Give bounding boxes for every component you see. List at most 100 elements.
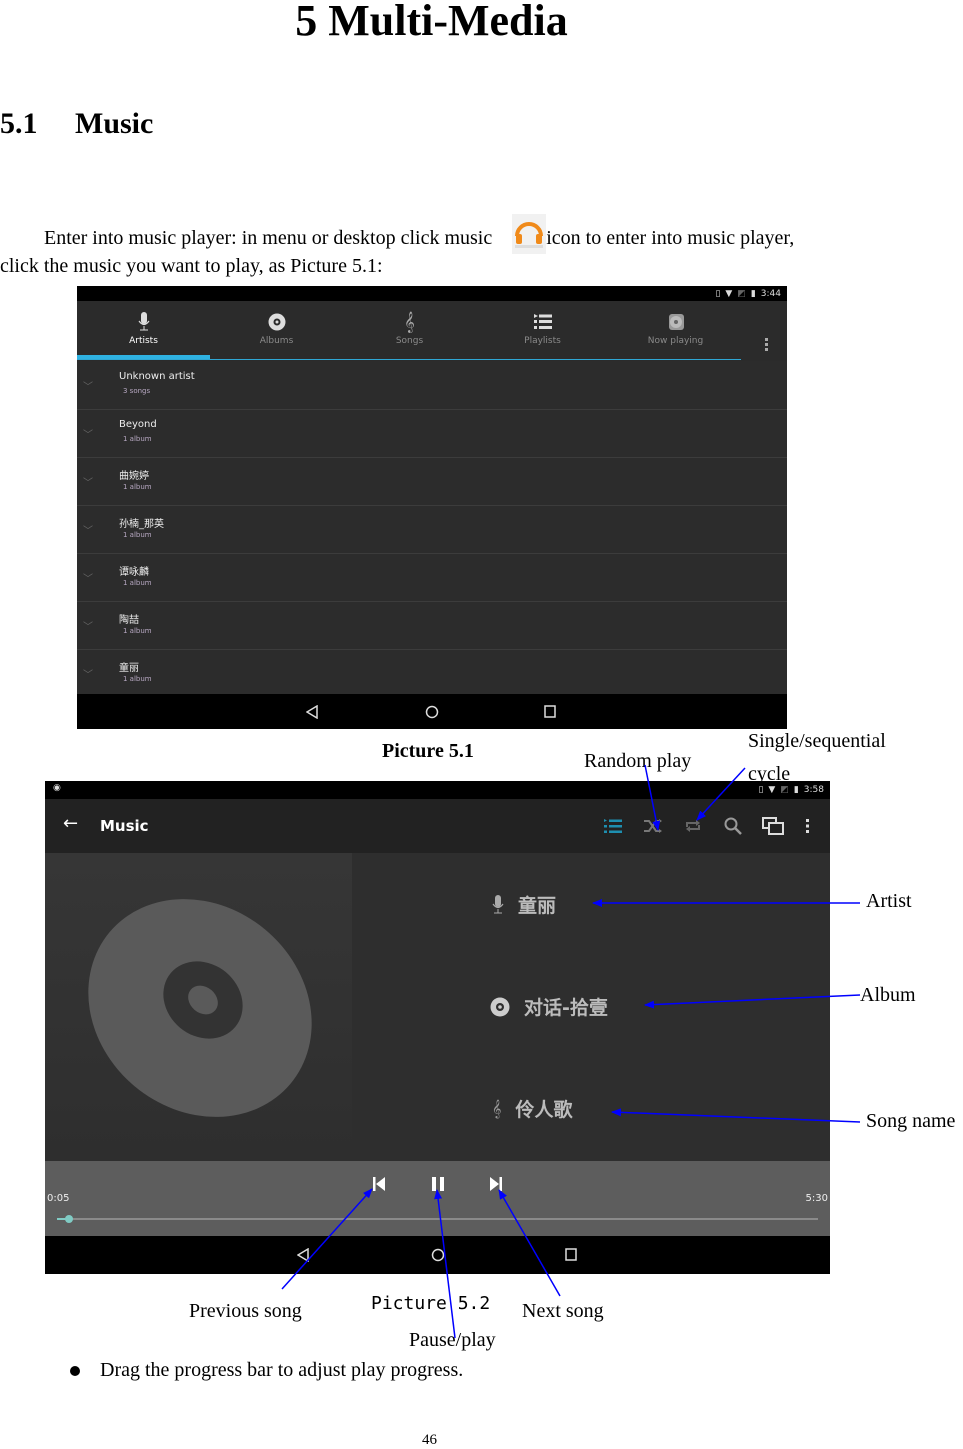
- microphone-icon: [138, 312, 149, 331]
- queue-button[interactable]: [602, 815, 624, 837]
- annotation-single-sequential: Single/sequential: [748, 730, 886, 752]
- more-vert-icon: [806, 819, 809, 833]
- tab-now-playing[interactable]: Now playing: [609, 301, 742, 361]
- chevron-down-icon[interactable]: ﹀: [83, 378, 93, 393]
- artist-list: ﹀ Unknown artist 3 songs ﹀ Beyond 1 album ﹀ 曲…: [77, 362, 787, 697]
- section-number: 5.1: [0, 107, 38, 140]
- status-bar: ▯ ▼ ◩ ▮ 3:44: [77, 286, 787, 301]
- list-item[interactable]: ﹀ 谭咏麟 1 album: [77, 554, 787, 602]
- intro-line-1: Enter into music player: in menu or desk…: [44, 214, 794, 254]
- recents-icon[interactable]: [544, 705, 556, 718]
- album-row: 对话-拾壹: [490, 993, 608, 1020]
- shuffle-button[interactable]: [642, 815, 664, 837]
- queue-list-icon: [604, 818, 622, 833]
- artist-count: 1 album: [123, 579, 152, 587]
- no-signal-icon: ◩: [737, 288, 746, 299]
- media-route-icon: [762, 817, 784, 835]
- artist-count: 1 album: [123, 627, 152, 635]
- intro-line-2: click the music you want to play, as Pic…: [0, 255, 383, 277]
- cast-button[interactable]: [762, 815, 784, 837]
- back-icon[interactable]: [297, 1248, 309, 1262]
- treble-clef-icon: 𝄞: [492, 1098, 502, 1118]
- pause-icon[interactable]: [431, 1177, 445, 1191]
- artist-row: 童丽: [492, 891, 556, 918]
- artist-name: 童丽: [119, 663, 139, 674]
- song-row: 𝄞 伶人歌: [492, 1095, 572, 1122]
- overflow-menu-icon[interactable]: [765, 338, 769, 353]
- annotation-random-play: Random play: [584, 750, 692, 772]
- app-title: Music: [100, 817, 149, 835]
- artist-name: 童丽: [518, 895, 557, 917]
- chevron-down-icon[interactable]: ﹀: [83, 474, 93, 489]
- tab-label: Songs: [395, 336, 424, 346]
- list-item[interactable]: ﹀ 曲婉婷 1 album: [77, 458, 787, 506]
- artist-name: 陶喆: [119, 615, 139, 626]
- annotation-next-song: Next song: [522, 1300, 604, 1322]
- song-name: 伶人歌: [515, 1099, 573, 1121]
- artist-name: 谭咏麟: [119, 567, 149, 578]
- wifi-icon: ▼: [725, 288, 733, 299]
- track-info: 童丽 对话-拾壹 𝄞 伶人歌: [352, 853, 830, 1161]
- wifi-icon: ▼: [768, 785, 776, 795]
- artist-count: 1 album: [123, 531, 152, 539]
- tab-bar: Artists Albums 𝄞 Songs Playlists Now pla…: [77, 301, 787, 361]
- previous-track-icon[interactable]: [373, 1177, 385, 1191]
- artist-count: 3 songs: [123, 387, 151, 395]
- repeat-button[interactable]: [682, 815, 704, 837]
- progress-bar[interactable]: [57, 1215, 818, 1223]
- overflow-menu-button[interactable]: [797, 815, 819, 837]
- status-time: 3:58: [803, 785, 824, 795]
- no-signal-icon: ◩: [780, 785, 789, 795]
- next-track-icon[interactable]: [490, 1177, 502, 1191]
- search-button[interactable]: [722, 815, 744, 837]
- tab-albums[interactable]: Albums: [210, 301, 343, 361]
- annotation-album: Album: [860, 984, 916, 1006]
- playback-controls: 0:05 5:30: [45, 1161, 830, 1236]
- chevron-down-icon[interactable]: ﹀: [83, 618, 93, 633]
- page-number: 46: [422, 1432, 437, 1448]
- bullet-text: Drag the progress bar to adjust play pro…: [100, 1359, 464, 1381]
- tab-playlists[interactable]: Playlists: [476, 301, 609, 361]
- navigation-bar: [77, 694, 787, 729]
- tab-songs[interactable]: 𝄞 Songs: [343, 301, 476, 361]
- caption-picture-5-1: Picture 5.1: [382, 740, 474, 762]
- chevron-down-icon[interactable]: ﹀: [83, 426, 93, 441]
- list-item[interactable]: ﹀ 孙楠_那英 1 album: [77, 506, 787, 554]
- progress-thumb[interactable]: [65, 1215, 74, 1223]
- status-bar: ◉ ▯ ▼ ◩ ▮ 3:58: [45, 781, 830, 799]
- chevron-down-icon[interactable]: ﹀: [83, 570, 93, 585]
- list-item[interactable]: ﹀ Beyond 1 album: [77, 410, 787, 458]
- artist-name: Beyond: [119, 419, 157, 430]
- navigation-bar: [45, 1236, 830, 1274]
- chevron-down-icon[interactable]: ﹀: [83, 522, 93, 537]
- chevron-down-icon[interactable]: ﹀: [83, 666, 93, 681]
- picture-5-2-screenshot: ◉ ▯ ▼ ◩ ▮ 3:58 ← Music 童丽 对话-拾壹 𝄞 伶人歌 0:…: [45, 781, 830, 1274]
- play-music-app-icon: [512, 214, 547, 254]
- tab-label: Albums: [259, 336, 294, 346]
- picture-5-1-screenshot: ▯ ▼ ◩ ▮ 3:44 Artists Albums 𝄞 Songs Play…: [77, 286, 787, 729]
- disc-icon: [268, 313, 285, 331]
- home-icon[interactable]: [425, 705, 439, 719]
- back-arrow-icon[interactable]: ←: [63, 813, 78, 834]
- annotation-artist: Artist: [866, 890, 912, 912]
- home-icon[interactable]: [431, 1248, 445, 1262]
- section-heading: 5.1 Music: [0, 104, 153, 144]
- list-item[interactable]: ﹀ Unknown artist 3 songs: [77, 362, 787, 410]
- bullet-icon: [70, 1366, 80, 1376]
- tab-label: Now playing: [647, 336, 704, 346]
- list-item[interactable]: ﹀ 陶喆 1 album: [77, 602, 787, 650]
- intro-text-part2: icon to enter into music player,: [546, 227, 795, 249]
- repeat-icon: [686, 820, 700, 832]
- annotation-cycle: cycle: [748, 763, 791, 781]
- intro-text-part1: Enter into music player: in menu or desk…: [44, 227, 493, 249]
- tab-label: Artists: [129, 336, 158, 346]
- recents-icon[interactable]: [565, 1248, 577, 1261]
- total-duration: 5:30: [805, 1193, 828, 1204]
- tab-artists[interactable]: Artists: [77, 301, 210, 361]
- list-item[interactable]: ﹀ 童丽 1 album: [77, 650, 787, 697]
- tab-underline: [77, 359, 741, 360]
- back-icon[interactable]: [306, 705, 318, 719]
- elapsed-time: 0:05: [47, 1193, 70, 1204]
- album-art: [45, 853, 352, 1161]
- artist-name: 曲婉婷: [119, 471, 149, 482]
